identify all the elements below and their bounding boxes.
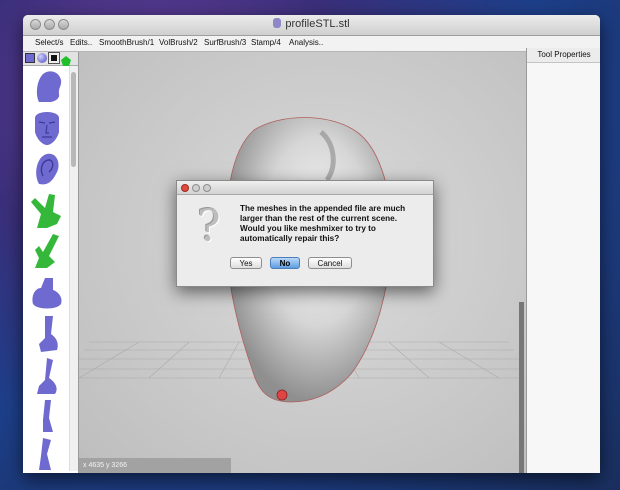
no-button[interactable]: No	[270, 257, 300, 269]
leg-thumbnail-4[interactable]	[29, 436, 65, 472]
dialog-minimize-button[interactable]	[192, 184, 200, 192]
panel-scrollbar[interactable]	[69, 66, 78, 471]
panel-scrollbar-thumb[interactable]	[71, 72, 76, 167]
hand-point-thumbnail[interactable]	[29, 232, 65, 270]
menu-surfbrush[interactable]: SurfBrush/3	[204, 38, 246, 47]
dialog-close-button[interactable]	[181, 184, 189, 192]
title-bar[interactable]: profileSTL.stl	[23, 15, 600, 36]
primitives-panel	[23, 52, 79, 473]
yes-button[interactable]: Yes	[230, 257, 262, 269]
dialog-title-bar[interactable]	[177, 181, 433, 195]
leg-thumbnail-2[interactable]	[29, 356, 65, 396]
panel-tabs	[23, 52, 78, 66]
tab-spheres-icon[interactable]	[37, 53, 47, 63]
hand-peace-thumbnail[interactable]	[29, 192, 65, 230]
menu-volbrush[interactable]: VolBrush/2	[159, 38, 198, 47]
foot-thumbnail[interactable]	[29, 274, 65, 312]
tab-stencils-icon[interactable]	[48, 52, 60, 64]
tab-meshes-icon[interactable]	[25, 53, 35, 63]
head-side-thumbnail[interactable]	[29, 68, 65, 104]
document-icon	[273, 18, 282, 28]
menu-smoothbrush[interactable]: SmoothBrush/1	[99, 38, 154, 47]
menu-edits[interactable]: Edits..	[70, 38, 92, 47]
pivot-marker[interactable]	[276, 389, 288, 401]
face-thumbnail[interactable]	[29, 108, 65, 146]
menu-bar: Select/s Edits.. SmoothBrush/1 VolBrush/…	[23, 36, 600, 52]
cancel-button[interactable]: Cancel	[308, 257, 352, 269]
leg-thumbnail-1[interactable]	[29, 314, 65, 354]
menu-select[interactable]: Select/s	[35, 38, 63, 47]
menu-stamp[interactable]: Stamp/4	[251, 38, 281, 47]
question-icon: ?	[197, 201, 221, 252]
ear-thumbnail[interactable]	[29, 150, 65, 188]
tool-properties-panel: Tool Properties	[526, 48, 600, 473]
tool-properties-header: Tool Properties	[527, 48, 600, 63]
dialog-message: The meshes in the appended file are much…	[240, 204, 406, 243]
window-title: profileSTL.stl	[23, 18, 600, 30]
repair-dialog: ? The meshes in the appended file are mu…	[176, 180, 434, 287]
tab-stamps-icon[interactable]	[61, 53, 71, 66]
leg-thumbnail-3[interactable]	[29, 398, 65, 434]
menu-analysis[interactable]: Analysis..	[289, 38, 323, 47]
dialog-zoom-button[interactable]	[203, 184, 211, 192]
status-coordinates: x 4635 y 3266	[79, 458, 231, 473]
viewport-scrollbar[interactable]	[519, 302, 524, 473]
